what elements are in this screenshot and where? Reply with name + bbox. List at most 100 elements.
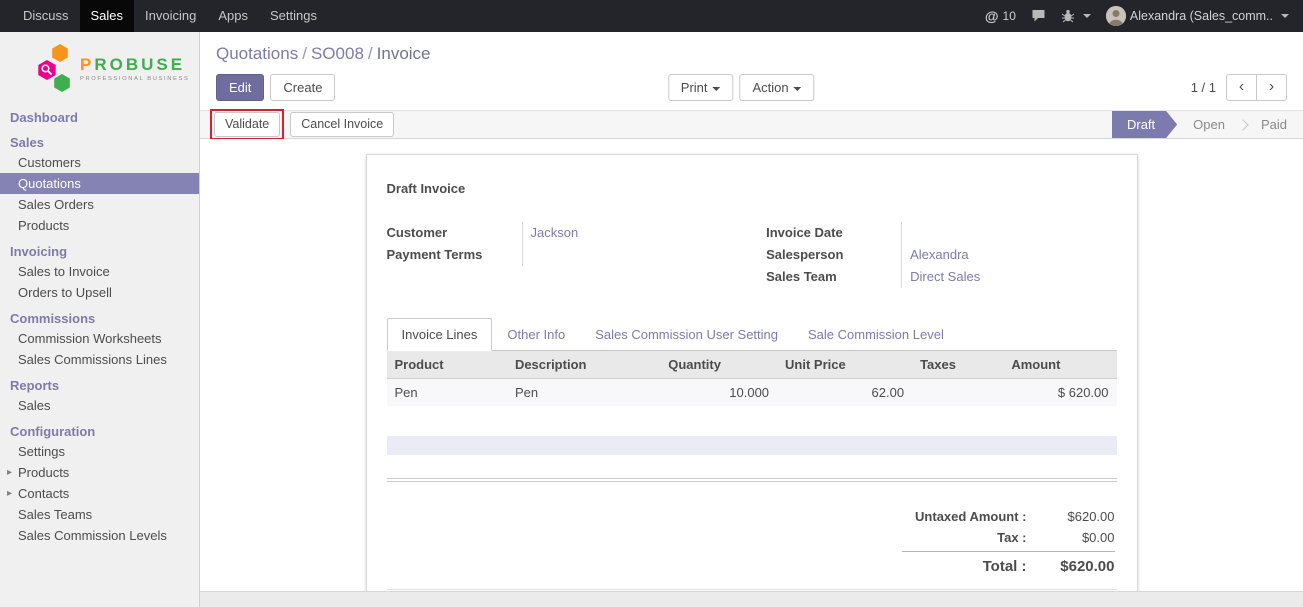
tab-sale-commission-level[interactable]: Sale Commission Level (793, 318, 959, 351)
activities-icon: @ (985, 8, 999, 24)
sidebar-item-config-contacts[interactable]: ▸ Contacts (0, 483, 199, 504)
pager-count: 1 / 1 (1191, 80, 1216, 95)
hexagons-logo-icon (36, 42, 74, 94)
create-button[interactable]: Create (270, 74, 335, 101)
sidebar-item-sales-commissions-lines[interactable]: Sales Commissions Lines (0, 349, 199, 370)
sidebar-item-sales-to-invoice[interactable]: Sales to Invoice (0, 261, 199, 282)
menu-apps[interactable]: Apps (207, 0, 259, 32)
sidebar-item-commission-worksheets[interactable]: Commission Worksheets (0, 328, 199, 349)
customer-value[interactable]: Jackson (522, 222, 737, 244)
menu-discuss[interactable]: Discuss (12, 0, 80, 32)
chevron-down-icon (713, 87, 721, 91)
payment-terms-value[interactable] (522, 244, 737, 266)
cell-unit-price[interactable]: 62.00 (777, 379, 912, 407)
sidebar-heading-reports[interactable]: Reports (0, 370, 199, 395)
sidebar-item-label: Products (18, 465, 69, 480)
cancel-invoice-button[interactable]: Cancel Invoice (290, 112, 394, 137)
brand-rest: ROBUSE (94, 55, 185, 74)
cell-amount[interactable]: $ 620.00 (1003, 379, 1116, 407)
bug-icon (1061, 9, 1075, 23)
edit-button[interactable]: Edit (216, 74, 264, 101)
form-view-area: Draft Invoice Customer Jackson Payment T… (200, 139, 1303, 591)
sales-team-value[interactable]: Direct Sales (901, 266, 1116, 288)
messages-button[interactable] (1031, 9, 1046, 23)
menu-sales[interactable]: Sales (80, 0, 135, 32)
tab-other-info[interactable]: Other Info (492, 318, 580, 351)
header-taxes: Taxes (912, 351, 1003, 379)
caret-right-icon: ▸ (7, 486, 12, 501)
sidebar-item-quotations[interactable]: Quotations (0, 173, 199, 194)
sidebar-heading-sales[interactable]: Sales (0, 127, 199, 152)
stage-open[interactable]: Open (1177, 111, 1241, 138)
invoice-sheet: Draft Invoice Customer Jackson Payment T… (366, 154, 1138, 591)
sidebar-item-sales-orders[interactable]: Sales Orders (0, 194, 199, 215)
header-unit-price: Unit Price (777, 351, 912, 379)
main-panel: Quotations/SO008/Invoice Edit Create Pri… (200, 32, 1303, 607)
activities-button[interactable]: @ 10 (985, 8, 1016, 24)
invoice-lines-table: Product Description Quantity Unit Price … (387, 351, 1117, 406)
sidebar-item-config-settings[interactable]: Settings (0, 441, 199, 462)
top-navbar: Discuss Sales Invoicing Apps Settings @ … (0, 0, 1303, 32)
brand-tagline: PROFESSIONAL BUSINESS (80, 76, 189, 82)
debug-menu-button[interactable] (1061, 9, 1091, 23)
cell-quantity[interactable]: 10.000 (660, 379, 777, 407)
salesperson-label: Salesperson (766, 244, 901, 266)
sidebar-item-sales-teams[interactable]: Sales Teams (0, 504, 199, 525)
user-name: Alexandra (Sales_comm.. (1130, 9, 1273, 23)
sidebar-heading-configuration[interactable]: Configuration (0, 416, 199, 441)
bottom-strip (200, 591, 1303, 607)
header-amount: Amount (1003, 351, 1116, 379)
pager-next-button[interactable]: › (1256, 74, 1287, 101)
sidebar-heading-commissions[interactable]: Commissions (0, 303, 199, 328)
breadcrumb-quotations[interactable]: Quotations (216, 44, 298, 63)
sidebar-item-products[interactable]: Products (0, 215, 199, 236)
sheet-bottom-divider (387, 589, 1117, 590)
right-field-group: Invoice Date Salesperson Alexandra Sales… (766, 222, 1116, 288)
sidebar-item-label: Contacts (18, 486, 69, 501)
stage-paid[interactable]: Paid (1245, 111, 1303, 138)
chat-bubble-icon (1031, 9, 1046, 23)
action-label: Action (753, 80, 789, 95)
menu-settings[interactable]: Settings (259, 0, 328, 32)
user-menu[interactable]: Alexandra (Sales_comm.. (1106, 6, 1289, 26)
left-field-group: Customer Jackson Payment Terms (387, 222, 737, 288)
print-label: Print (681, 80, 708, 95)
tax-label: Tax : (997, 530, 1026, 545)
table-header-row: Product Description Quantity Unit Price … (387, 351, 1117, 379)
header-product: Product (387, 351, 507, 379)
sales-team-label: Sales Team (766, 266, 901, 288)
cell-product[interactable]: Pen (387, 379, 507, 407)
chevron-down-icon (1083, 14, 1091, 18)
sidebar-item-config-products[interactable]: ▸Products (0, 462, 199, 483)
sidebar-item-sales-commission-levels[interactable]: Sales Commission Levels (0, 525, 199, 546)
table-row[interactable]: Pen Pen 10.000 62.00 $ 620.00 (387, 379, 1117, 407)
total-value: $620.00 (1027, 558, 1115, 575)
sidebar-item-reports-sales[interactable]: Sales (0, 395, 199, 416)
tab-sales-commission-user-setting[interactable]: Sales Commission User Setting (580, 318, 793, 351)
untaxed-amount-value: $620.00 (1027, 509, 1115, 524)
chevron-down-icon (1281, 14, 1289, 18)
totals-block: Untaxed Amount : $620.00 Tax : $0.00 Tot… (902, 506, 1117, 578)
breadcrumb-so008[interactable]: SO008 (311, 44, 364, 63)
pager-previous-button[interactable]: ‹ (1226, 74, 1257, 101)
sidebar-item-orders-to-upsell[interactable]: Orders to Upsell (0, 282, 199, 303)
validate-button[interactable]: Validate (214, 112, 280, 137)
status-pipeline: Draft Open Paid (1112, 111, 1303, 138)
breadcrumb-invoice: Invoice (377, 44, 431, 63)
salesperson-value[interactable]: Alexandra (901, 244, 1116, 266)
invoice-date-value[interactable] (901, 222, 1116, 244)
sidebar-heading-dashboard[interactable]: Dashboard (0, 102, 199, 127)
statusbar: Validate Cancel Invoice Draft Open Paid (200, 110, 1303, 139)
cell-description[interactable]: Pen (507, 379, 660, 407)
sidebar-item-customers[interactable]: Customers (0, 152, 199, 173)
menu-invoicing[interactable]: Invoicing (134, 0, 207, 32)
cell-taxes[interactable] (912, 379, 1003, 407)
action-dropdown-button[interactable]: Action (740, 74, 815, 101)
stage-draft[interactable]: Draft (1112, 111, 1177, 138)
sidebar-heading-invoicing[interactable]: Invoicing (0, 236, 199, 261)
print-dropdown-button[interactable]: Print (668, 74, 734, 101)
activities-count: 10 (1003, 9, 1016, 23)
breadcrumb-separator: / (298, 44, 311, 63)
tab-invoice-lines[interactable]: Invoice Lines (387, 318, 493, 351)
breadcrumb-separator: / (364, 44, 377, 63)
